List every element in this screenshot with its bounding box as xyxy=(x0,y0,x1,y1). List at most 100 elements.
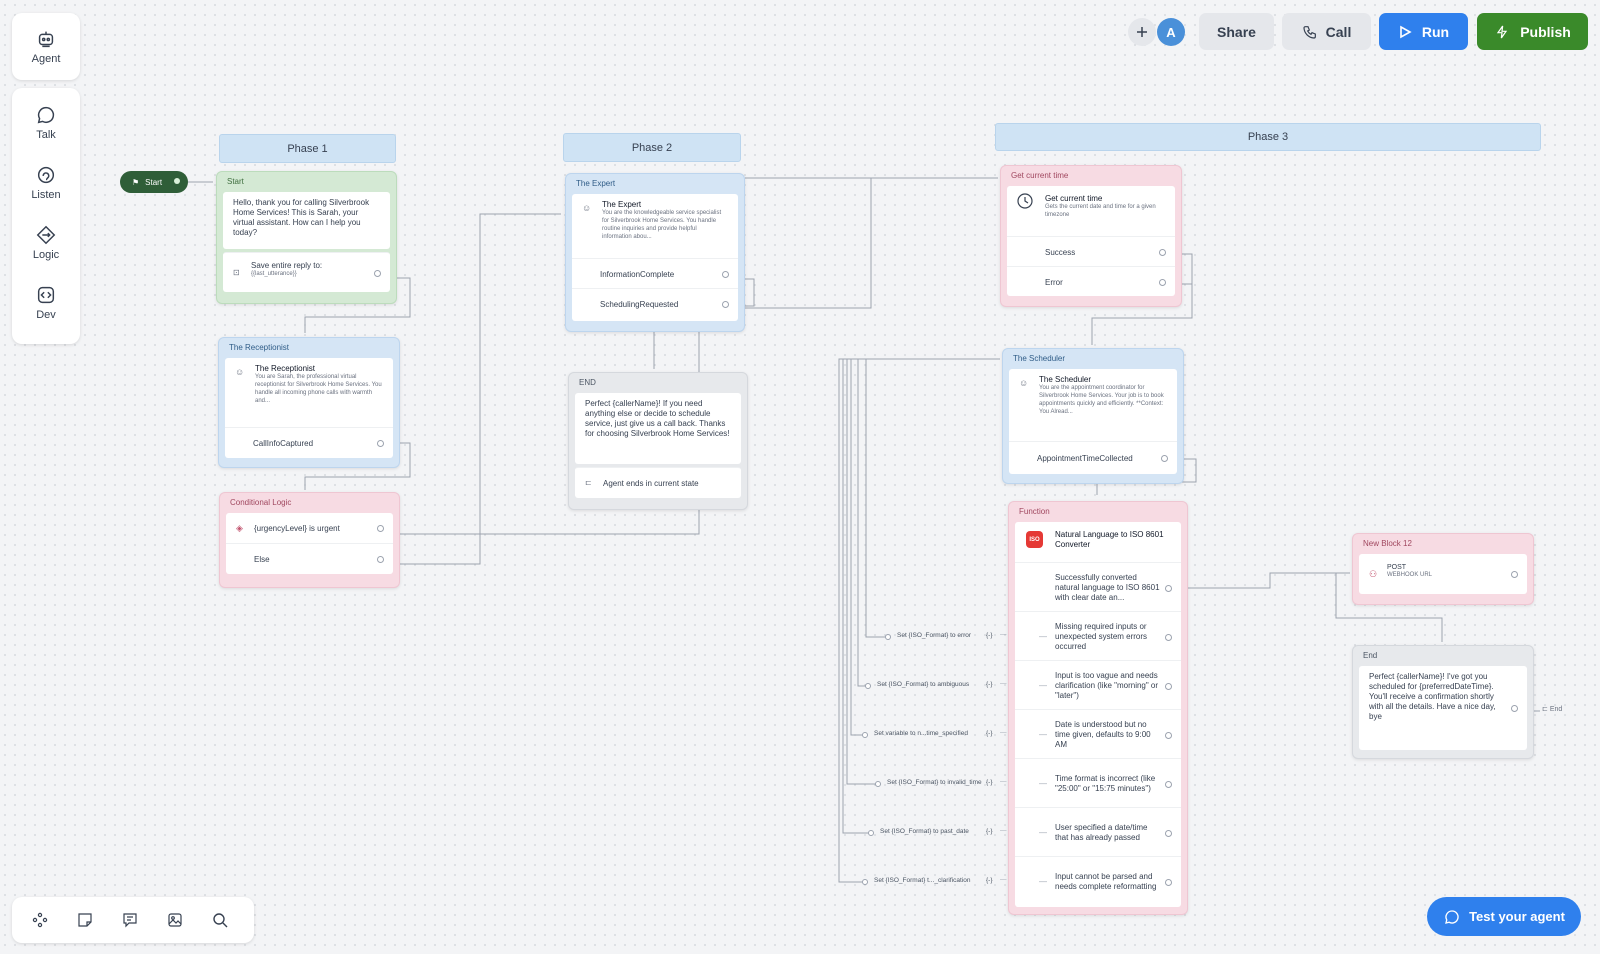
talk-tool[interactable]: Talk xyxy=(12,92,80,152)
get-time-card[interactable]: Get current time Gets the current date a… xyxy=(1007,186,1175,296)
run-button[interactable]: Run xyxy=(1379,13,1468,50)
function-output-port[interactable] xyxy=(1165,731,1172,739)
call-button[interactable]: Call xyxy=(1282,13,1371,50)
code-icon xyxy=(37,286,55,303)
set-variable-port[interactable] xyxy=(868,830,874,836)
function-output-row[interactable]: — Date is understood but no time given, d… xyxy=(1015,709,1181,759)
start-message: Hello, thank you for calling Silverbrook… xyxy=(233,198,370,237)
webhook-icon: ⚇ xyxy=(1369,569,1378,579)
receptionist-node[interactable]: The Receptionist ☺ The Receptionist You … xyxy=(218,337,400,468)
save-reply-port[interactable] xyxy=(374,269,381,277)
bottom-toolbar xyxy=(12,897,254,943)
start-message-card[interactable]: Hello, thank you for calling Silverbrook… xyxy=(223,192,390,249)
nodes-icon xyxy=(32,912,47,927)
get-time-success-port[interactable] xyxy=(1159,249,1166,256)
condition-else[interactable]: Else xyxy=(226,543,393,574)
function-output-row[interactable]: — Input is too vague and needs clarificat… xyxy=(1015,660,1181,710)
get-time-error-port[interactable] xyxy=(1159,279,1166,286)
condition-urgent-port[interactable] xyxy=(377,525,384,532)
expert-card[interactable]: ☺ The Expert You are the knowledgeable s… xyxy=(572,194,738,321)
function-output-row[interactable]: — Input cannot be parsed and needs comple… xyxy=(1015,856,1181,906)
function-output-port[interactable] xyxy=(1165,780,1172,788)
publish-button[interactable]: Publish xyxy=(1477,13,1588,50)
final-end-node[interactable]: End Perfect {callerName}! I've got you s… xyxy=(1352,645,1534,759)
share-button[interactable]: Share xyxy=(1199,13,1274,50)
final-end-port[interactable] xyxy=(1511,705,1518,712)
scheduler-output-port[interactable] xyxy=(1161,455,1168,462)
agent-button[interactable]: Agent xyxy=(12,13,80,80)
tool-rail: Talk Listen Logic Dev xyxy=(12,88,80,344)
webhook-node[interactable]: New Block 12 ⚇ POST WEBHOOK URL xyxy=(1352,533,1534,605)
condition-else-port[interactable] xyxy=(377,556,384,563)
phase-1-header: Phase 1 xyxy=(219,134,396,163)
comment-tool[interactable] xyxy=(107,897,152,942)
receptionist-output-port[interactable] xyxy=(377,440,384,447)
function-output-port[interactable] xyxy=(1165,829,1172,837)
get-time-success[interactable]: Success xyxy=(1007,236,1175,267)
end-terminal-icon: ⊏ xyxy=(1542,706,1550,713)
set-variable-label[interactable]: Set {ISO_Format} to past_date xyxy=(880,828,969,835)
set-variable-label[interactable]: Set {ISO_Format} t..._clarification xyxy=(874,877,970,884)
start-pill[interactable]: ⚑ Start xyxy=(120,171,188,193)
receptionist-output[interactable]: CallInfoCaptured xyxy=(225,427,393,458)
end-node-header: END xyxy=(579,378,596,387)
start-port[interactable] xyxy=(174,178,180,184)
set-variable-label[interactable]: Set {ISO_Format} to error xyxy=(897,632,971,639)
avatar[interactable]: A xyxy=(1157,18,1185,46)
test-agent-button[interactable]: Test your agent xyxy=(1427,897,1581,936)
sticky-note-tool[interactable] xyxy=(62,897,107,942)
logic-tool[interactable]: Logic xyxy=(12,212,80,272)
function-output-port[interactable] xyxy=(1165,878,1172,886)
search-tool[interactable] xyxy=(197,897,242,942)
listen-tool[interactable]: Listen xyxy=(12,152,80,212)
receptionist-card[interactable]: ☺ The Receptionist You are Sarah, the pr… xyxy=(225,358,393,458)
expert-title: The Expert xyxy=(602,200,642,209)
function-output-port[interactable] xyxy=(1165,682,1172,690)
phase-1-label: Phase 1 xyxy=(287,142,328,155)
agent-persona-icon: ☺ xyxy=(1019,378,1029,388)
expert-node[interactable]: The Expert ☺ The Expert You are the know… xyxy=(565,173,745,332)
set-variable-port[interactable] xyxy=(885,634,891,640)
function-output-row[interactable]: — Time format is incorrect (like "25:00" … xyxy=(1015,758,1181,808)
get-current-time-node[interactable]: Get current time Get current time Gets t… xyxy=(1000,165,1182,307)
function-node[interactable]: Function ISO Natural Language to ISO 860… xyxy=(1008,501,1188,915)
conditional-logic-node[interactable]: Conditional Logic ◈ {urgencyLevel} is ur… xyxy=(219,492,400,588)
condition-urgent[interactable]: ◈ {urgencyLevel} is urgent xyxy=(226,513,393,543)
image-tool[interactable] xyxy=(152,897,197,942)
add-collaborator-button[interactable] xyxy=(1128,18,1156,46)
final-end-card[interactable]: Perfect {callerName}! I've got you sched… xyxy=(1359,666,1527,750)
phase-2-header: Phase 2 xyxy=(563,133,741,162)
dev-tool[interactable]: Dev xyxy=(12,272,80,332)
start-node[interactable]: Start Hello, thank you for calling Silve… xyxy=(216,171,397,304)
save-reply-row[interactable]: ⊡ Save entire reply to: {{last_utterance… xyxy=(223,252,390,292)
function-output-port[interactable] xyxy=(1165,584,1172,592)
end-node[interactable]: END Perfect {callerName}! If you need an… xyxy=(568,372,748,510)
scheduler-output[interactable]: AppointmentTimeCollected xyxy=(1009,441,1177,474)
function-card[interactable]: ISO Natural Language to ISO 8601 Convert… xyxy=(1015,522,1181,907)
function-output-row[interactable]: Successfully converted natural language … xyxy=(1015,562,1181,612)
function-output-row[interactable]: — Missing required inputs or unexpected s… xyxy=(1015,611,1181,661)
layout-tool[interactable] xyxy=(17,897,62,942)
scheduler-desc: You are the appointment coordinator for … xyxy=(1039,385,1164,415)
get-time-error[interactable]: Error xyxy=(1007,266,1175,297)
expert-output-1[interactable]: InformationComplete xyxy=(572,258,738,289)
scheduler-node[interactable]: The Scheduler ☺ The Scheduler You are th… xyxy=(1002,348,1184,484)
set-variable-label[interactable]: Set variable to n...time_specified xyxy=(874,730,968,737)
webhook-card[interactable]: ⚇ POST WEBHOOK URL xyxy=(1359,554,1527,594)
set-variable-port[interactable] xyxy=(862,732,868,738)
expert-output-1-port[interactable] xyxy=(722,271,729,278)
conditional-card[interactable]: ◈ {urgencyLevel} is urgent Else xyxy=(226,513,393,574)
webhook-port[interactable] xyxy=(1511,571,1518,578)
set-variable-label[interactable]: Set {ISO_Format} to invalid_time xyxy=(887,779,982,786)
set-variable-port[interactable] xyxy=(865,683,871,689)
set-variable-port[interactable] xyxy=(875,781,881,787)
scheduler-card[interactable]: ☺ The Scheduler You are the appointment … xyxy=(1009,369,1177,474)
end-footer[interactable]: ⊏ Agent ends in current state xyxy=(575,467,741,498)
function-output-port[interactable] xyxy=(1165,633,1172,641)
function-output-row[interactable]: — User specified a date/time that has alr… xyxy=(1015,807,1181,857)
expert-output-2-port[interactable] xyxy=(722,301,729,308)
expert-output-2[interactable]: SchedulingRequested xyxy=(572,288,738,319)
set-variable-label[interactable]: Set {ISO_Format} to ambiguous xyxy=(877,681,969,688)
set-variable-port[interactable] xyxy=(862,879,868,885)
end-message-card[interactable]: Perfect {callerName}! If you need anythi… xyxy=(575,393,741,464)
